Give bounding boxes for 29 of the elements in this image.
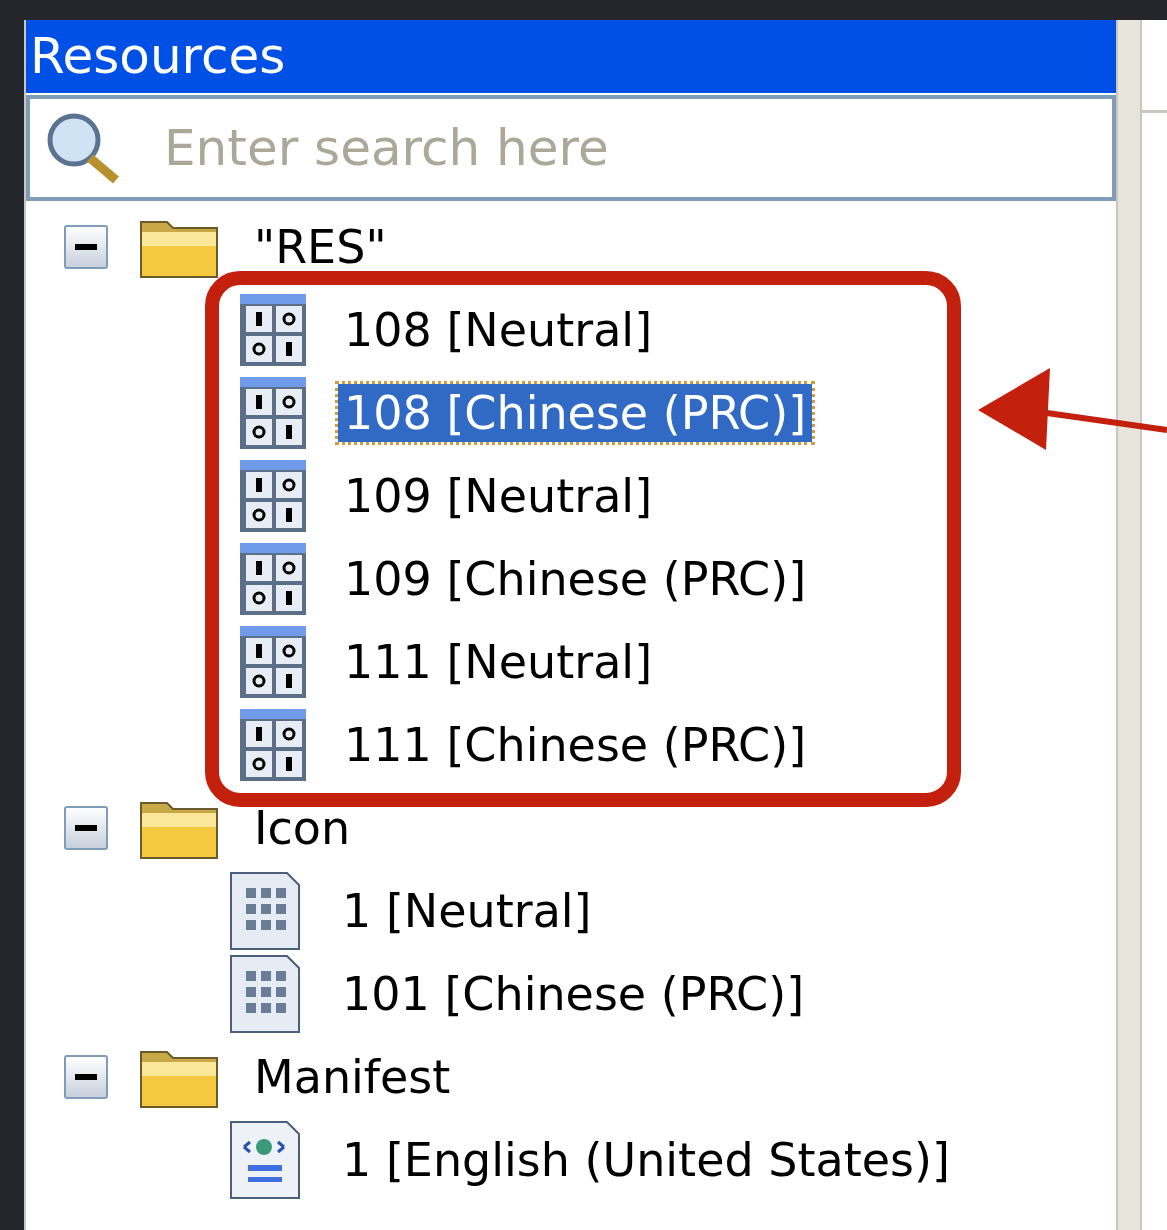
minus-icon bbox=[75, 824, 97, 831]
dialog-icon bbox=[240, 376, 306, 449]
tree-item[interactable]: 111 [Neutral] bbox=[338, 632, 659, 691]
collapse-toggle[interactable] bbox=[64, 1054, 108, 1099]
tree-item[interactable]: 101 [Chinese (PRC)] bbox=[336, 964, 811, 1023]
dialog-icon bbox=[240, 708, 306, 781]
dialog-icon bbox=[240, 625, 306, 698]
dialog-icon bbox=[240, 459, 306, 532]
tree-item[interactable]: 1 [English (United States)] bbox=[336, 1130, 956, 1189]
dialog-icon bbox=[240, 293, 306, 366]
tree-item[interactable]: 1 [Neutral] bbox=[336, 881, 598, 940]
dialog-icon bbox=[240, 542, 306, 615]
tree-item[interactable]: 109 [Neutral] bbox=[338, 466, 659, 525]
document-grid-icon bbox=[230, 871, 300, 950]
collapse-toggle[interactable] bbox=[64, 224, 108, 269]
tree-node-label[interactable]: Manifest bbox=[248, 1047, 457, 1106]
tree-item[interactable]: 109 [Chinese (PRC)] bbox=[338, 549, 813, 608]
minus-icon bbox=[75, 1073, 97, 1080]
tree-node-label[interactable]: Icon bbox=[248, 798, 357, 857]
collapse-toggle[interactable] bbox=[64, 805, 108, 850]
panel-title: Resources bbox=[26, 20, 1116, 93]
search-field[interactable]: Enter search here bbox=[26, 95, 1116, 201]
document-grid-icon bbox=[230, 954, 300, 1033]
manifest-document-icon bbox=[230, 1120, 300, 1199]
tree-item[interactable]: 108 [Chinese (PRC)] bbox=[338, 383, 813, 442]
tree-node-label[interactable]: "RES" bbox=[248, 217, 393, 276]
tree-item[interactable]: 111 [Chinese (PRC)] bbox=[338, 715, 813, 774]
minus-icon bbox=[75, 243, 97, 250]
tree-item[interactable]: 108 [Neutral] bbox=[338, 300, 659, 359]
